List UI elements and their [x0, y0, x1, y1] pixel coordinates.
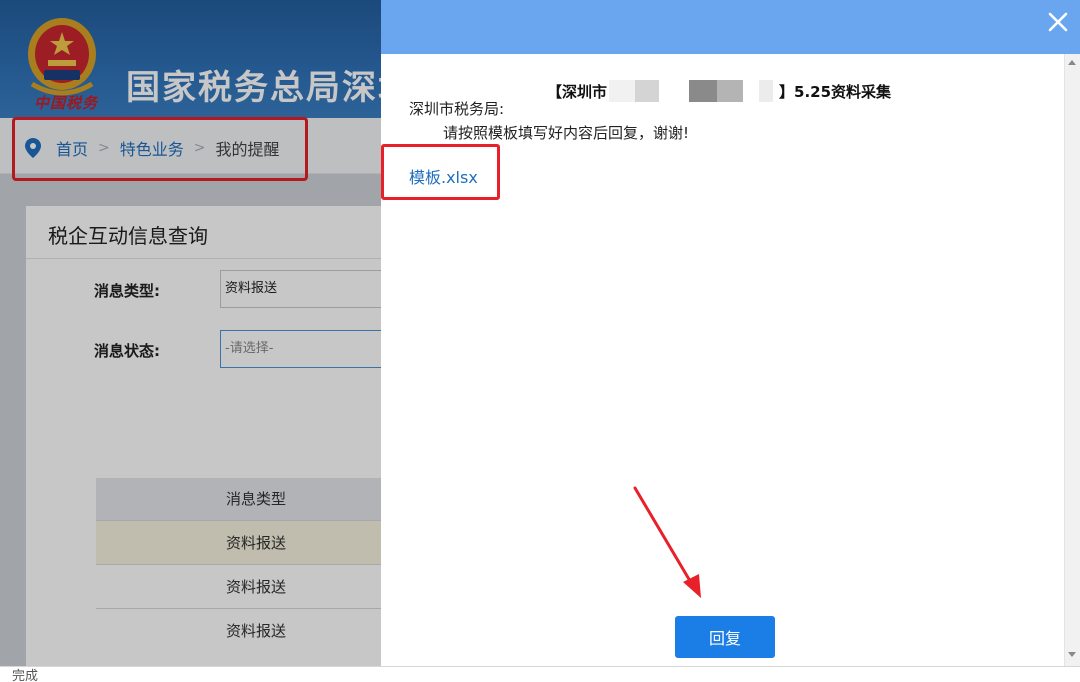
message-body: 请按照模板填写好内容后回复，谢谢! [443, 124, 690, 142]
message-greeting: 深圳市税务局: [409, 100, 505, 118]
status-bar: 完成 [0, 666, 1080, 682]
reply-button[interactable]: 回复 [675, 616, 775, 658]
dialog-scrollbar[interactable] [1064, 54, 1080, 666]
close-icon[interactable] [1042, 6, 1074, 38]
message-title-prefix: 【深圳市 [547, 82, 608, 101]
redacted-mosaic [609, 80, 774, 102]
message-dialog: 【深圳市 】5.25资料采集 深圳市税务局: 请按照模板填写好内容后回复，谢谢!… [381, 0, 1080, 666]
message-title: 【深圳市 】5.25资料采集 [547, 78, 891, 104]
message-title-suffix: 】5.25资料采集 [779, 82, 892, 101]
scroll-up-icon[interactable] [1068, 60, 1076, 65]
red-arrow-annotation [633, 486, 701, 598]
dialog-header [381, 0, 1080, 54]
attachment-highlight-box [381, 144, 500, 200]
scroll-down-icon[interactable] [1068, 652, 1076, 657]
status-text: 完成 [12, 669, 39, 682]
